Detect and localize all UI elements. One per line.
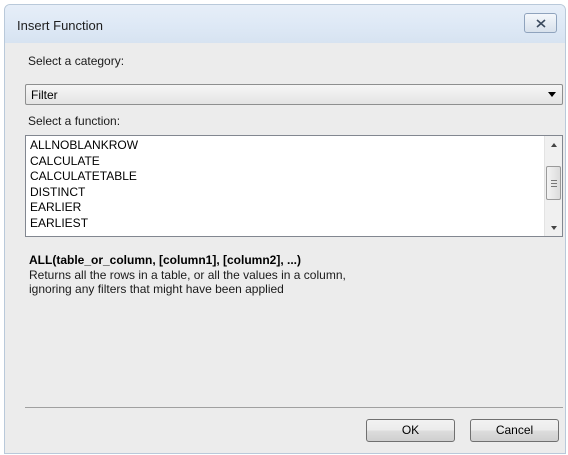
- function-label: Select a function:: [28, 114, 121, 128]
- vertical-scrollbar[interactable]: [544, 136, 562, 236]
- grip-line: [551, 183, 557, 184]
- scroll-up-button[interactable]: [545, 136, 562, 153]
- description-line: Returns all the rows in a table, or all …: [29, 268, 346, 282]
- category-select[interactable]: Filter: [25, 84, 563, 105]
- close-icon: [535, 18, 546, 28]
- arrow-up-icon: [550, 142, 557, 147]
- function-list: ALLNOBLANKROW CALCULATE CALCULATETABLE D…: [30, 138, 540, 231]
- list-item[interactable]: CALCULATETABLE: [30, 169, 540, 185]
- scroll-thumb[interactable]: [546, 166, 561, 200]
- title-bar: Insert Function: [5, 5, 565, 43]
- list-item[interactable]: DISTINCT: [30, 185, 540, 201]
- ok-button[interactable]: OK: [366, 419, 455, 442]
- list-item[interactable]: CALCULATE: [30, 154, 540, 170]
- category-label: Select a category:: [28, 54, 125, 68]
- list-item[interactable]: EARLIEST: [30, 216, 540, 232]
- function-description: Returns all the rows in a table, or all …: [29, 268, 549, 296]
- close-button[interactable]: [524, 13, 557, 33]
- function-listbox[interactable]: ALLNOBLANKROW CALCULATE CALCULATETABLE D…: [25, 135, 563, 237]
- list-item[interactable]: ALLNOBLANKROW: [30, 138, 540, 154]
- dialog-title: Insert Function: [17, 18, 103, 33]
- list-item[interactable]: EARLIER: [30, 200, 540, 216]
- chevron-down-icon: [548, 92, 556, 97]
- cancel-button[interactable]: Cancel: [470, 419, 559, 442]
- footer-divider: [25, 407, 563, 408]
- function-signature: ALL(table_or_column, [column1], [column2…: [29, 253, 302, 267]
- description-line: ignoring any filters that might have bee…: [29, 282, 284, 296]
- insert-function-dialog: Insert Function Select a category: Filte…: [4, 4, 566, 454]
- category-selected-value: Filter: [31, 88, 58, 102]
- scroll-down-button[interactable]: [545, 219, 562, 236]
- grip-line: [551, 186, 557, 187]
- arrow-down-icon: [550, 225, 557, 230]
- grip-line: [551, 180, 557, 181]
